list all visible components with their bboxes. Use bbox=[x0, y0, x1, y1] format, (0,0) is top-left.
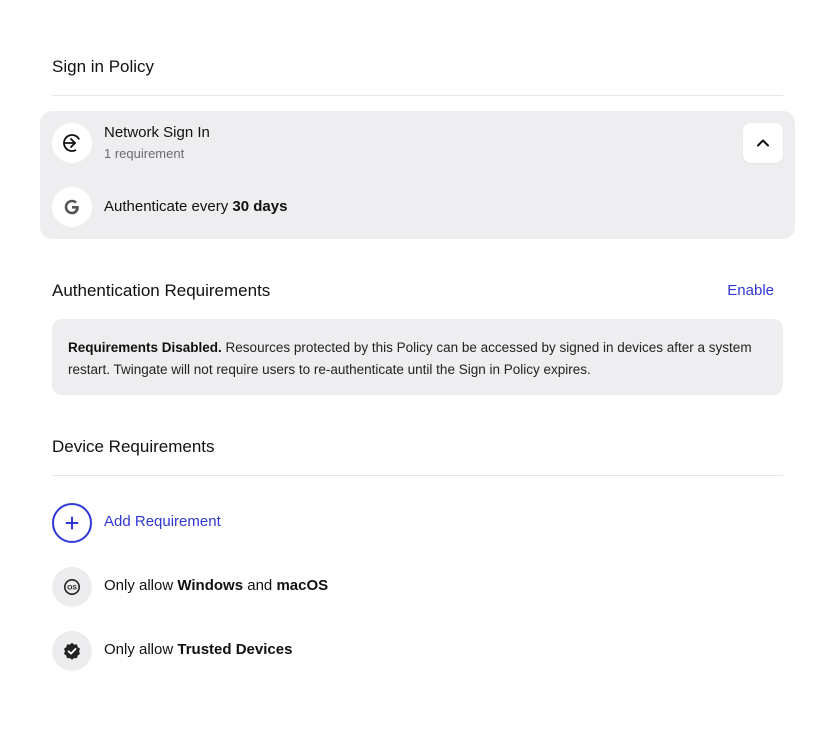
google-icon bbox=[52, 187, 92, 227]
os-macos: macOS bbox=[276, 577, 329, 594]
plus-icon bbox=[65, 516, 79, 530]
chevron-up-icon bbox=[757, 139, 769, 147]
network-sign-in-title: Network Sign In bbox=[104, 124, 210, 141]
os-requirement-and: and bbox=[243, 577, 277, 594]
os-windows: Windows bbox=[177, 577, 244, 594]
trusted-devices-prefix: Only allow bbox=[104, 641, 178, 658]
notice-heading: Requirements Disabled. bbox=[68, 340, 222, 355]
os-requirement-prefix: Only allow bbox=[104, 577, 178, 594]
trusted-devices-text: Only allow Trusted Devices bbox=[104, 641, 292, 658]
os-requirement-text: Only allow Windows and macOS bbox=[104, 577, 328, 594]
trusted-devices-value: Trusted Devices bbox=[177, 641, 293, 658]
authentication-requirements-title: Authentication Requirements bbox=[52, 281, 271, 300]
sign-in-arrow-icon bbox=[52, 123, 92, 163]
auth-interval-text: Authenticate every 30 days bbox=[104, 198, 287, 215]
auth-interval-value: 30 days bbox=[232, 198, 288, 215]
divider bbox=[52, 95, 783, 96]
verified-badge-icon bbox=[52, 631, 92, 671]
device-requirements-title: Device Requirements bbox=[52, 437, 215, 456]
auth-interval-prefix: Authenticate every bbox=[104, 198, 229, 215]
add-requirement-label[interactable]: Add Requirement bbox=[104, 513, 221, 530]
os-icon: OS bbox=[52, 567, 92, 607]
divider bbox=[52, 475, 783, 476]
add-requirement-button[interactable] bbox=[52, 503, 92, 543]
sign-in-policy-title: Sign in Policy bbox=[52, 57, 155, 76]
svg-text:OS: OS bbox=[67, 585, 77, 592]
collapse-button[interactable] bbox=[743, 123, 783, 163]
requirements-disabled-notice: Requirements Disabled. Resources protect… bbox=[52, 319, 783, 395]
policy-page: Sign in Policy Network Sign In 1 require… bbox=[0, 0, 831, 744]
requirement-count: 1 requirement bbox=[104, 146, 185, 161]
sign-in-policy-card: Network Sign In 1 requirement Authentica… bbox=[40, 111, 795, 239]
enable-link[interactable]: Enable bbox=[727, 282, 774, 299]
